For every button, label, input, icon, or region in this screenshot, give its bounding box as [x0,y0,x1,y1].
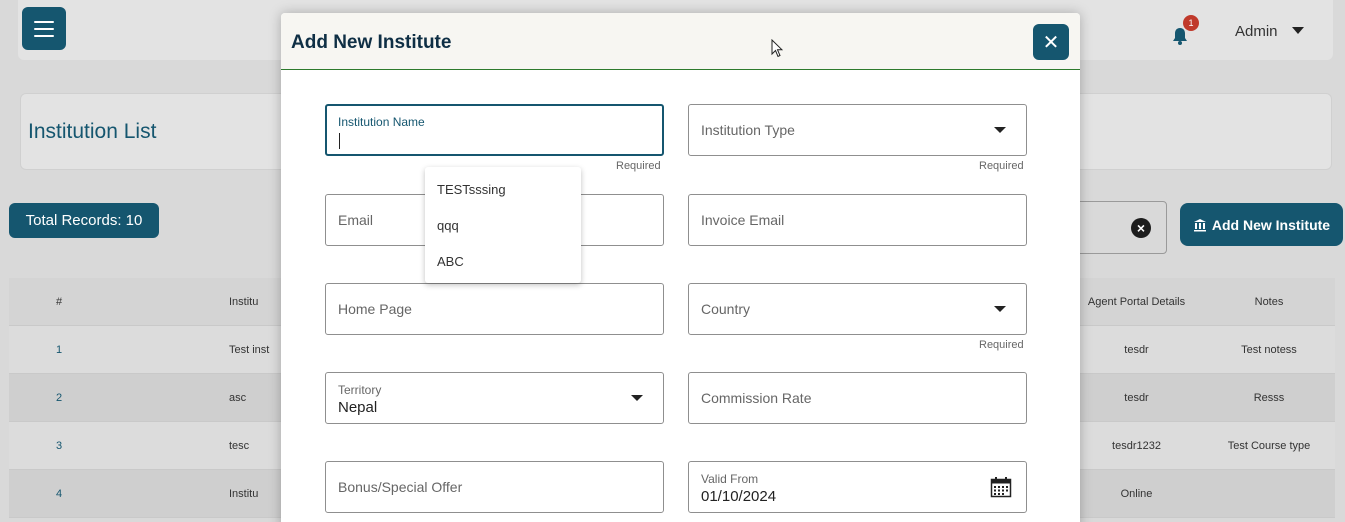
territory-value: Nepal [338,399,378,416]
page-title: Institution List [28,120,157,143]
header-notes: Notes [1254,296,1284,308]
commission-rate-field[interactable]: Commission Rate [688,372,1027,424]
mouse-pointer-icon [771,39,783,58]
hamburger-menu-button[interactable] [22,7,66,50]
row-name: tesc [229,440,250,452]
institution-name-field[interactable]: Institution Name [325,104,664,156]
chevron-down-icon [631,395,643,401]
row-agent: tesdr1232 [1112,440,1161,452]
add-new-institute-button[interactable]: Add New Institute [1180,203,1343,246]
menu-line [34,20,54,23]
add-institute-modal: Add New Institute ✕ [281,13,1080,522]
menu-line [34,27,54,30]
row-name: Test inst [229,344,270,356]
chevron-down-icon[interactable] [1292,27,1304,34]
institution-type-placeholder: Institution Type [701,122,795,138]
row-notes: Test Course type [1227,440,1311,452]
header-num: # [55,296,63,308]
calendar-icon[interactable] [990,476,1012,498]
row-num[interactable]: 3 [9,422,109,470]
autocomplete-dropdown: TESTsssing qqq ABC [425,167,581,283]
institution-type-select[interactable]: Institution Type [688,104,1027,156]
search-input[interactable] [1070,201,1167,254]
territory-select[interactable]: Territory Nepal [325,372,664,424]
institution-type-required: Required [979,160,1024,172]
row-num[interactable]: 2 [9,374,109,422]
home-page-field[interactable]: Home Page [325,283,664,335]
text-caret [339,133,340,149]
row-notes [1209,470,1329,518]
institution-name-label: Institution Name [338,115,425,129]
chevron-down-icon [994,306,1006,312]
bonus-offer-field[interactable]: Bonus/Special Offer [325,461,664,513]
territory-label: Territory [338,383,382,397]
user-menu-label[interactable]: Admin [1235,23,1278,40]
row-agent: Online [1120,488,1153,500]
country-required: Required [979,339,1024,351]
row-notes: Resss [1253,392,1285,404]
menu-line [34,34,54,37]
home-page-placeholder: Home Page [338,301,412,317]
header-name: Institu [229,296,259,308]
row-agent: tesdr [1124,344,1149,356]
country-select[interactable]: Country [688,283,1027,335]
close-icon[interactable]: ✕ [1033,24,1069,60]
autocomplete-option[interactable]: qqq [437,218,459,233]
valid-from-value: 01/10/2024 [701,488,777,505]
row-name: Institu [229,488,259,500]
institution-name-required: Required [616,160,661,172]
chevron-down-icon [994,127,1006,133]
commission-rate-placeholder: Commission Rate [701,390,812,406]
valid-from-label: Valid From [701,472,759,486]
total-records-badge: Total Records: 10 [9,203,159,238]
add-button-label: Add New Institute [1211,216,1331,233]
row-num[interactable]: 1 [9,326,109,374]
autocomplete-option[interactable]: TESTsssing [437,182,506,197]
row-num[interactable]: 4 [9,470,109,518]
row-notes: Test notess [1241,344,1297,356]
invoice-email-placeholder: Invoice Email [701,212,785,228]
bonus-offer-placeholder: Bonus/Special Offer [338,479,463,495]
clear-search-icon[interactable]: × [1131,218,1151,238]
institution-icon [1193,218,1206,231]
invoice-email-field[interactable]: Invoice Email [688,194,1027,246]
notification-badge: 1 [1183,15,1199,31]
country-placeholder: Country [701,301,751,317]
header-agent-portal: Agent Portal Details [1087,296,1186,308]
valid-from-date-field[interactable]: Valid From 01/10/2024 [688,461,1027,513]
modal-header: Add New Institute ✕ [281,13,1080,70]
autocomplete-option[interactable]: ABC [437,254,464,269]
email-placeholder: Email [338,212,374,228]
modal-title: Add New Institute [291,32,452,53]
row-name: asc [229,392,247,404]
row-agent: tesdr [1124,392,1149,404]
